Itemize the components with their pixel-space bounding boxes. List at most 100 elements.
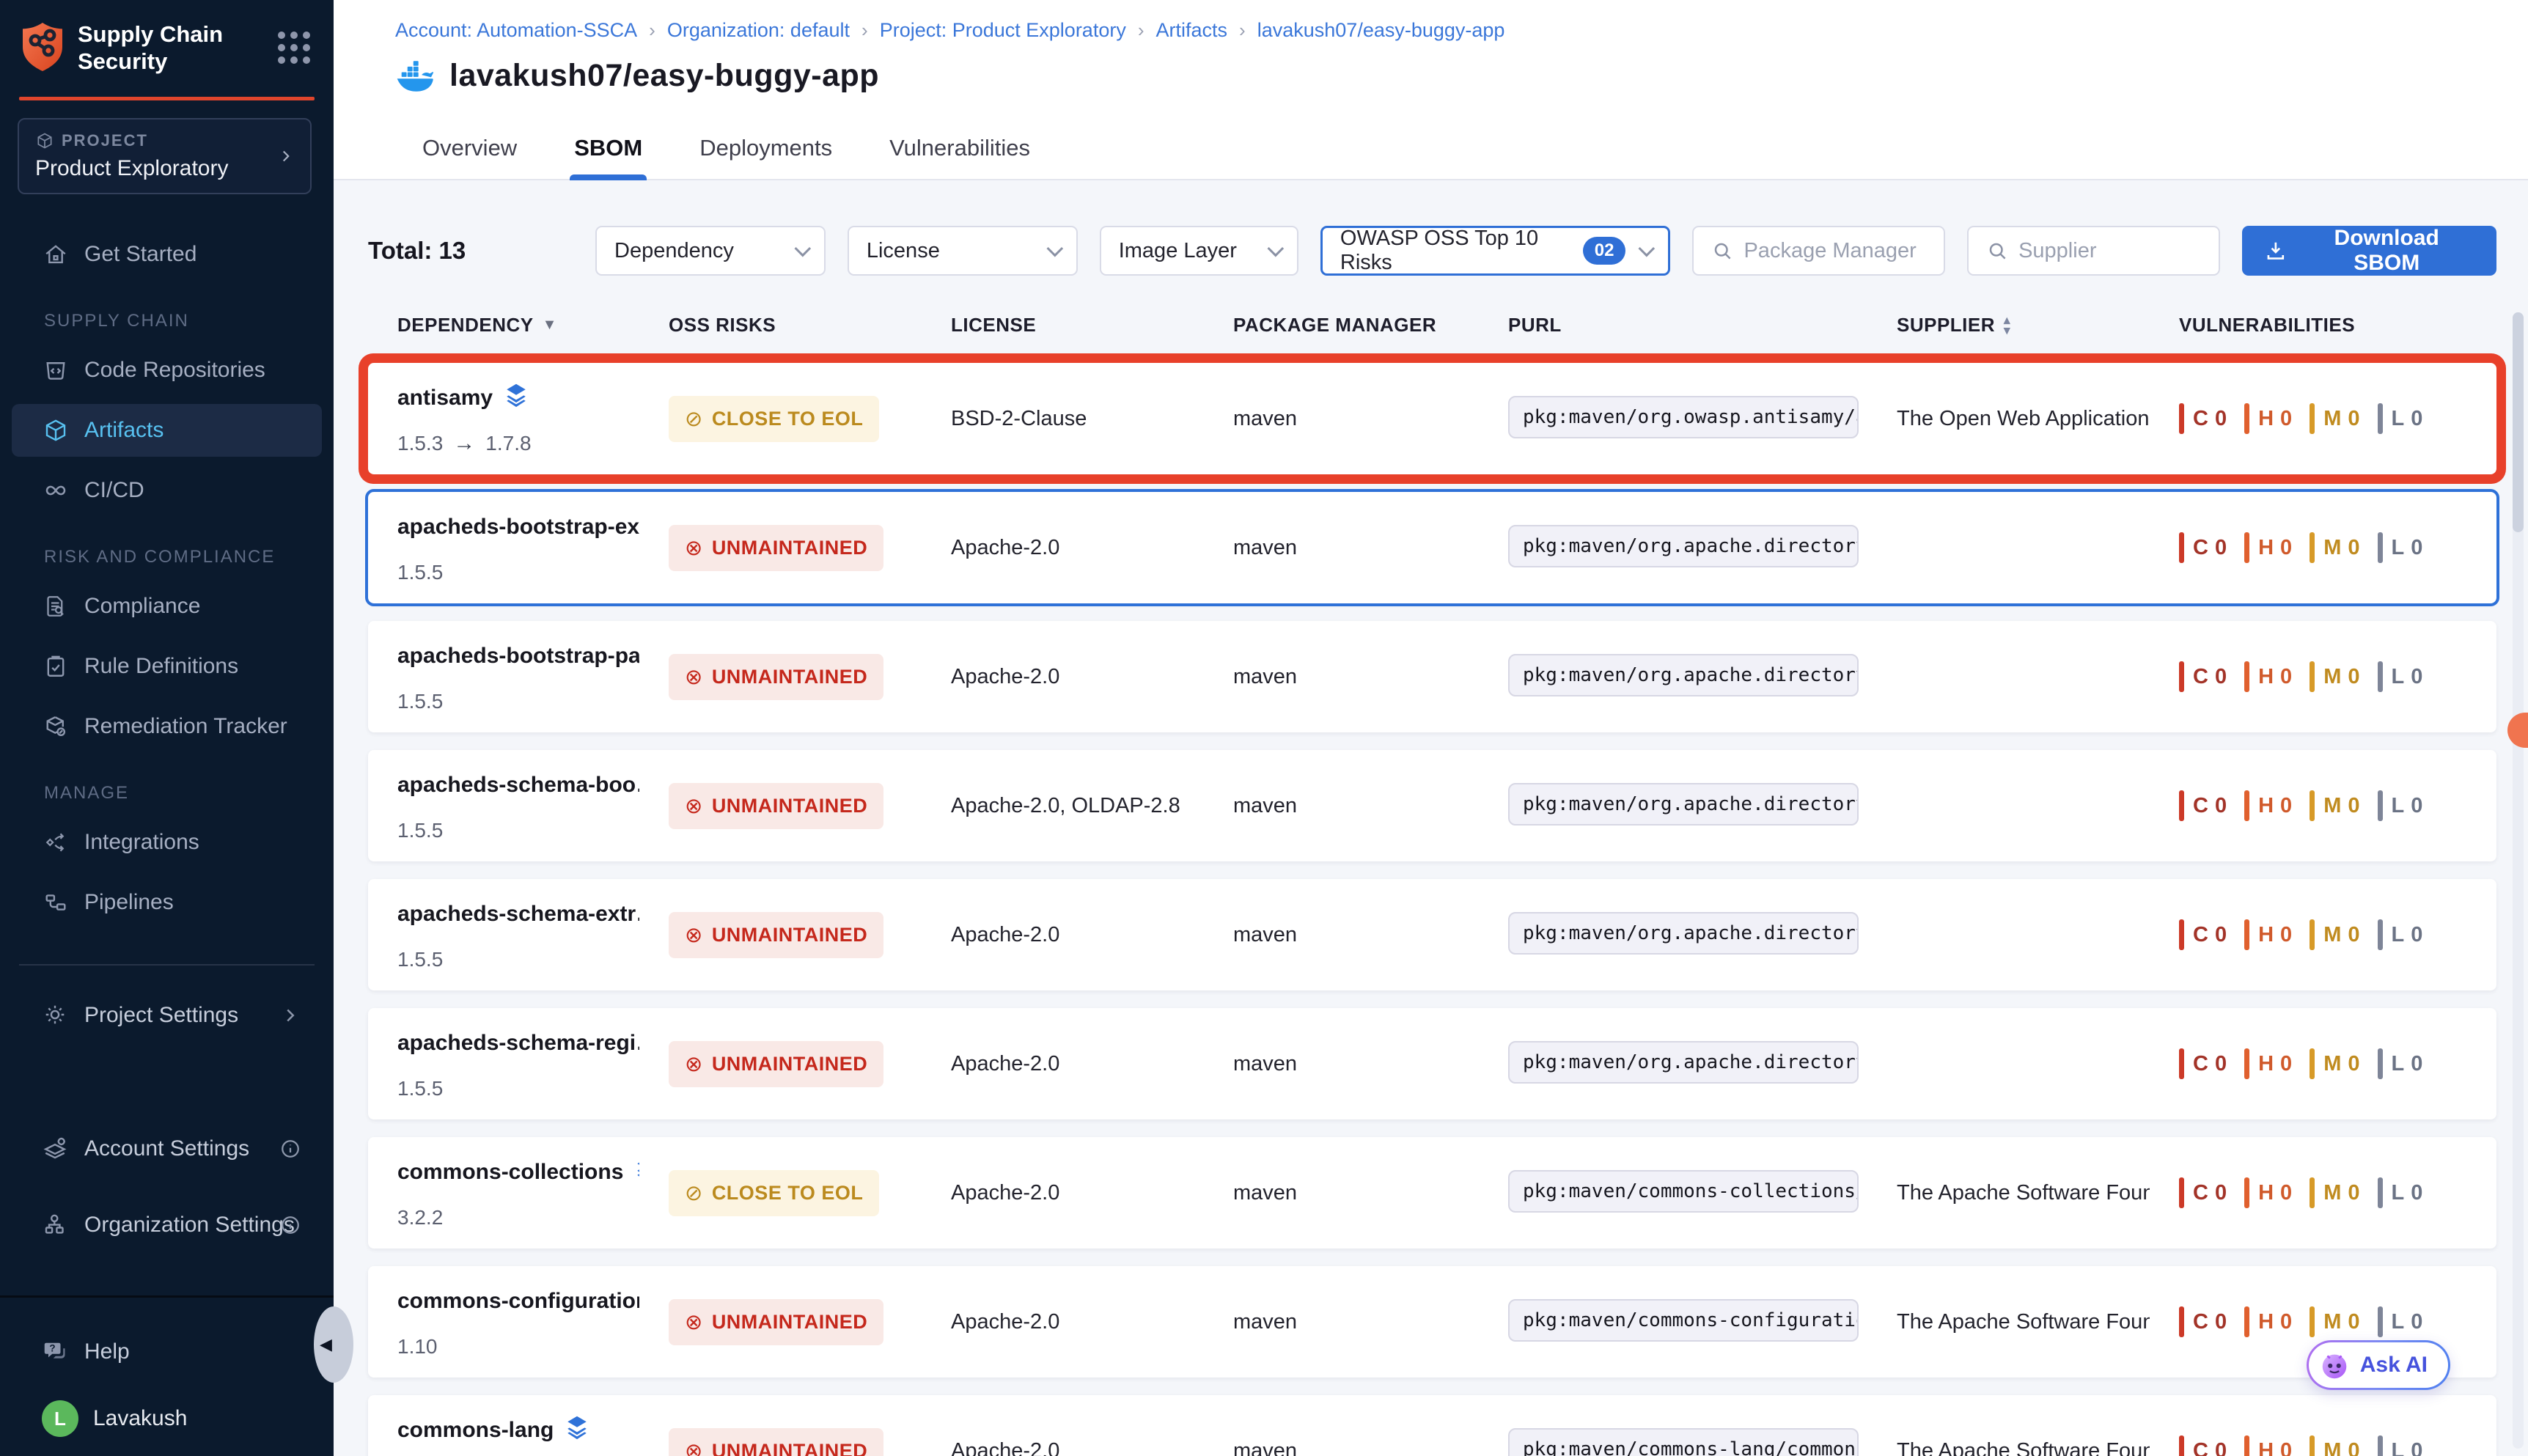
svg-text:?: ? bbox=[49, 1342, 55, 1353]
license-value: Apache-2.0 bbox=[951, 1181, 1059, 1205]
sidebar-item-ci-cd[interactable]: CI/CD bbox=[12, 464, 322, 517]
severity-chip: C0 bbox=[2179, 532, 2227, 563]
vertical-scrollbar[interactable] bbox=[2513, 312, 2524, 1449]
gear-icon bbox=[42, 1001, 70, 1029]
tab-overview[interactable]: Overview bbox=[418, 135, 521, 179]
severity-bar bbox=[2179, 1177, 2184, 1208]
tab-sbom[interactable]: SBOM bbox=[570, 135, 647, 179]
supplier-input[interactable] bbox=[2018, 239, 2201, 263]
purl-chip[interactable]: pkg:maven/org.apache.directory.s… bbox=[1508, 1041, 1859, 1084]
column-header-dependency[interactable]: DEPENDENCY▼ bbox=[368, 314, 639, 337]
severity-count: 0 bbox=[2348, 407, 2359, 431]
sidebar-item-remediation-tracker[interactable]: Remediation Tracker bbox=[12, 700, 322, 753]
tab-vulnerabilities[interactable]: Vulnerabilities bbox=[885, 135, 1035, 179]
purl-chip[interactable]: pkg:maven/commons-configuration/… bbox=[1508, 1299, 1859, 1342]
sidebar-item-label: Account Settings bbox=[84, 1136, 249, 1161]
package-manager-input[interactable] bbox=[1743, 239, 1926, 263]
breadcrumb-artifacts[interactable]: Artifacts bbox=[1156, 19, 1228, 42]
supplier-value: The Open Web Application … bbox=[1897, 407, 2150, 430]
oss-risk-badge: ⊗UNMAINTAINED bbox=[669, 912, 883, 958]
info-icon[interactable] bbox=[279, 1214, 301, 1236]
chevron-down-icon bbox=[1267, 240, 1284, 257]
version: 1.5.5 bbox=[397, 948, 443, 971]
table-row[interactable]: apacheds-bootstrap-pa…1.5.5⊗UNMAINTAINED… bbox=[368, 621, 2496, 732]
sidebar-item-integrations[interactable]: Integrations bbox=[12, 816, 322, 869]
severity-bar bbox=[2378, 403, 2383, 434]
severity-chip: M0 bbox=[2310, 1177, 2359, 1208]
image-layer-filter-select[interactable]: Image Layer bbox=[1100, 226, 1298, 276]
sort-updown-icon[interactable]: ▴▾ bbox=[2004, 315, 2010, 336]
version-to: 1.7.8 bbox=[485, 432, 531, 455]
upgrade-arrow-icon: → bbox=[453, 431, 475, 456]
tab-deployments[interactable]: Deployments bbox=[695, 135, 837, 179]
sidebar-collapse-handle[interactable]: ◀ bbox=[314, 1306, 353, 1383]
package-manager-value: maven bbox=[1233, 1052, 1297, 1076]
breadcrumb-project[interactable]: Project: Product Exploratory bbox=[880, 19, 1126, 42]
supplier-search[interactable] bbox=[1967, 226, 2220, 276]
purl-chip[interactable]: pkg:maven/org.apache.directory.s… bbox=[1508, 783, 1859, 826]
sidebar-item-pipelines[interactable]: Pipelines bbox=[12, 876, 322, 929]
breadcrumb-current[interactable]: lavakush07/easy-buggy-app bbox=[1257, 19, 1505, 42]
user-menu[interactable]: L Lavakush bbox=[42, 1400, 322, 1437]
purl-chip[interactable]: pkg:maven/commons-lang/commons-l… bbox=[1508, 1428, 1859, 1456]
purl-chip[interactable]: pkg:maven/org.owasp.antisamy/ant… bbox=[1508, 396, 1859, 438]
column-header-supplier[interactable]: SUPPLIER▴▾ bbox=[1867, 314, 2150, 337]
table-rows: antisamy1.5.3→1.7.8⊘CLOSE TO EOLBSD-2-Cl… bbox=[368, 363, 2496, 1456]
purl-chip[interactable]: pkg:maven/commons-collections/co… bbox=[1508, 1170, 1859, 1213]
license-value: Apache-2.0 bbox=[951, 1052, 1059, 1076]
sidebar-item-account-settings[interactable]: Account Settings bbox=[12, 1122, 322, 1175]
module-switcher-grid-icon[interactable] bbox=[278, 32, 310, 64]
dependency-filter-select[interactable]: Dependency bbox=[595, 226, 826, 276]
circle-x-icon: ⊗ bbox=[685, 535, 703, 561]
severity-bar bbox=[2310, 1177, 2315, 1208]
breadcrumb-organization[interactable]: Organization: default bbox=[667, 19, 850, 42]
table-row[interactable]: apacheds-schema-regi…1.5.5⊗UNMAINTAINEDA… bbox=[368, 1008, 2496, 1119]
ask-ai-button[interactable]: Ask AI bbox=[2307, 1340, 2450, 1390]
table-row[interactable]: apacheds-bootstrap-ex…1.5.5⊗UNMAINTAINED… bbox=[368, 492, 2496, 603]
sidebar-item-rule-definitions[interactable]: Rule Definitions bbox=[12, 640, 322, 693]
oss-risk-badge: ⊗UNMAINTAINED bbox=[669, 1041, 883, 1087]
oss-risk-badge: ⊗UNMAINTAINED bbox=[669, 783, 883, 829]
collapse-arrow-icon: ◀ bbox=[320, 1335, 332, 1354]
table-row[interactable]: apacheds-schema-boo…1.5.5⊗UNMAINTAINEDAp… bbox=[368, 750, 2496, 861]
owasp-risks-filter-select[interactable]: OWASP OSS Top 10 Risks 02 bbox=[1320, 226, 1671, 276]
app-root: Supply Chain Security PROJECT Product Ex… bbox=[0, 0, 2528, 1456]
purl-chip[interactable]: pkg:maven/org.apache.directory.s… bbox=[1508, 654, 1859, 696]
severity-chip: L0 bbox=[2378, 1048, 2423, 1079]
severity-chip: H0 bbox=[2244, 790, 2292, 821]
breadcrumb-account[interactable]: Account: Automation-SSCA bbox=[395, 19, 637, 42]
sidebar-item-code-repositories[interactable]: Code Repositories bbox=[12, 344, 322, 397]
project-selector[interactable]: PROJECT Product Exploratory bbox=[18, 118, 312, 194]
sidebar-item-help[interactable]: ? Help bbox=[12, 1326, 322, 1378]
purl-chip[interactable]: pkg:maven/org.apache.directory.s… bbox=[1508, 525, 1859, 567]
project-cube-icon bbox=[35, 131, 54, 150]
sidebar-item-compliance[interactable]: Compliance bbox=[12, 580, 322, 633]
severity-count: 0 bbox=[2348, 1439, 2359, 1456]
layers-icon bbox=[503, 382, 529, 415]
breadcrumb-separator-icon: › bbox=[1239, 19, 1246, 42]
table-row[interactable]: antisamy1.5.3→1.7.8⊘CLOSE TO EOLBSD-2-Cl… bbox=[368, 363, 2496, 474]
info-icon[interactable] bbox=[279, 1138, 301, 1160]
scrollbar-thumb[interactable] bbox=[2513, 312, 2524, 532]
column-header-oss-risks: OSS RISKS bbox=[639, 314, 922, 337]
supplier-value: The Apache Software Foun… bbox=[1897, 1439, 2150, 1456]
sidebar-item-artifacts[interactable]: Artifacts bbox=[12, 404, 322, 457]
purl-chip[interactable]: pkg:maven/org.apache.directory.s… bbox=[1508, 912, 1859, 955]
sidebar-item-get-started[interactable]: Get Started bbox=[12, 228, 322, 281]
sidebar-item-project-settings[interactable]: Project Settings bbox=[12, 989, 322, 1042]
circle-x-icon: ⊗ bbox=[685, 1309, 703, 1335]
table-row[interactable]: commons-collections3.2.2⊘CLOSE TO EOLApa… bbox=[368, 1137, 2496, 1249]
sidebar-item-label: Help bbox=[84, 1339, 130, 1364]
table-row[interactable]: commons-lang⊗UNMAINTAINEDApache-2.0maven… bbox=[368, 1395, 2496, 1456]
package-manager-search[interactable] bbox=[1692, 226, 1945, 276]
sort-desc-icon[interactable]: ▼ bbox=[543, 317, 557, 334]
table-row[interactable]: apacheds-schema-extr…1.5.5⊗UNMAINTAINEDA… bbox=[368, 879, 2496, 990]
table-row[interactable]: commons-configuration1.10⊗UNMAINTAINEDAp… bbox=[368, 1266, 2496, 1378]
download-sbom-button[interactable]: Download SBOM bbox=[2242, 226, 2496, 276]
severity-count: 0 bbox=[2215, 665, 2227, 689]
severity-chip: C0 bbox=[2179, 1177, 2227, 1208]
severity-count: 0 bbox=[2280, 923, 2292, 947]
license-filter-select[interactable]: License bbox=[848, 226, 1078, 276]
version: 1.5.5 bbox=[397, 1077, 443, 1100]
sidebar-item-organization-settings[interactable]: Organization Settings bbox=[12, 1199, 322, 1251]
